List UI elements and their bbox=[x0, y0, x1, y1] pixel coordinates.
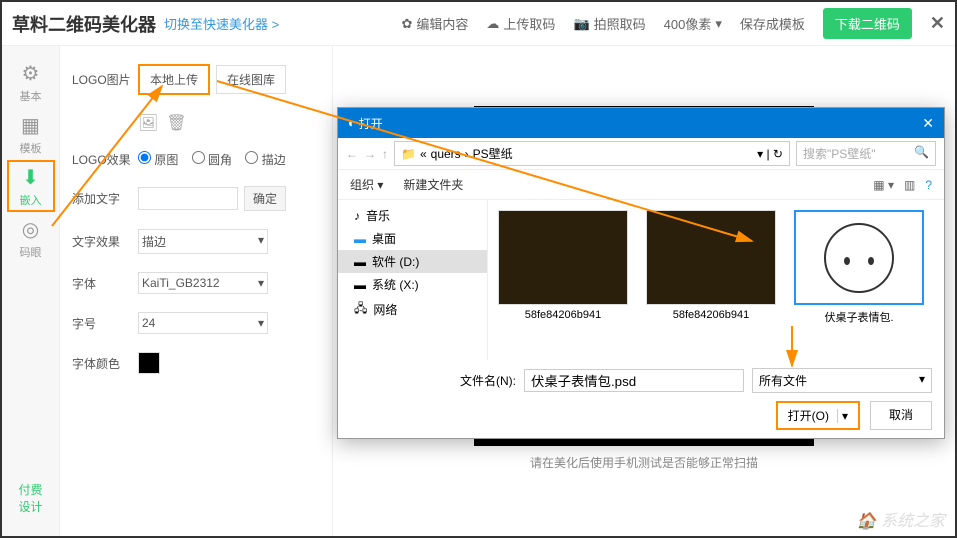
file-item[interactable]: 58fe84206b941 bbox=[646, 210, 776, 350]
font-size-select[interactable]: 24▾ bbox=[138, 312, 268, 334]
nav-forward-icon[interactable]: → bbox=[364, 147, 376, 161]
file-item-selected[interactable]: 伏桌子表情包. bbox=[794, 210, 924, 350]
logo-image-label: LOGO图片 bbox=[72, 71, 138, 88]
close-icon[interactable]: ✕ bbox=[930, 13, 945, 34]
radio-original[interactable]: 原图 bbox=[138, 153, 178, 167]
dialog-footer: 文件名(N): 所有文件▾ 打开(O)▾ 取消 bbox=[338, 360, 944, 438]
dialog-sidebar: ♪音乐 ▬桌面 ▬软件 (D:) ▬系统 (X:) 🖧网络 bbox=[338, 200, 488, 360]
side-network[interactable]: 🖧网络 bbox=[338, 296, 487, 323]
breadcrumb[interactable]: 📁 « quers › PS壁纸 ▾ | ↻ bbox=[394, 141, 790, 166]
view-icon[interactable]: ▦ ▾ bbox=[873, 178, 894, 192]
font-color-swatch[interactable] bbox=[138, 352, 160, 374]
side-drive-d[interactable]: ▬软件 (D:) bbox=[338, 250, 487, 273]
grid-icon: ▦ bbox=[21, 113, 40, 138]
file-list: 58fe84206b941 58fe84206b941 伏桌子表情包. bbox=[488, 200, 944, 360]
radio-stroke[interactable]: 描边 bbox=[245, 153, 285, 167]
image-placeholder-icon[interactable]: 🖼 bbox=[138, 113, 158, 133]
upload-decode-button[interactable]: ☁ 上传取码 bbox=[486, 14, 555, 33]
side-desktop[interactable]: ▬桌面 bbox=[338, 227, 487, 250]
chevron-down-icon: ▾ bbox=[258, 316, 264, 330]
gear-icon: ⚙ bbox=[22, 61, 40, 86]
local-upload-tab[interactable]: 本地上传 bbox=[138, 64, 210, 95]
sidebar-item-template[interactable]: ▦模板 bbox=[7, 108, 55, 160]
delete-icon[interactable]: 🗑 bbox=[166, 113, 186, 133]
preview-pane-icon[interactable]: ▥ bbox=[904, 178, 915, 192]
nav-back-icon[interactable]: ← bbox=[346, 147, 358, 161]
dialog-close-icon[interactable]: ✕ bbox=[922, 115, 934, 132]
target-icon: ◎ bbox=[22, 217, 39, 242]
edit-content-button[interactable]: ✿ 编辑内容 bbox=[402, 14, 469, 33]
filename-label: 文件名(N): bbox=[460, 372, 516, 389]
sidebar: ⚙基本 ▦模板 ⬇嵌入 ◎码眼 付费设计 bbox=[2, 46, 60, 536]
font-select[interactable]: KaiTi_GB2312▾ bbox=[138, 272, 268, 294]
settings-panel: LOGO图片 本地上传 在线图库 🖼 🗑 LOGO效果 原图 圆角 描边 添加文… bbox=[60, 46, 332, 410]
open-button[interactable]: 打开(O)▾ bbox=[776, 401, 860, 430]
add-text-label: 添加文字 bbox=[72, 190, 138, 207]
side-music[interactable]: ♪音乐 bbox=[338, 204, 487, 227]
chevron-down-icon: ▾ bbox=[258, 233, 264, 250]
dialog-titlebar[interactable]: ◐ 打开 ✕ bbox=[338, 108, 944, 138]
download-button[interactable]: 下载二维码 bbox=[823, 8, 912, 39]
preview-hint: 请在美化后使用手机测试是否能够正常扫描 bbox=[530, 454, 758, 471]
organize-button[interactable]: 组织 ▾ bbox=[350, 176, 383, 193]
logo-effect-label: LOGO效果 bbox=[72, 151, 138, 168]
sidebar-paid-design[interactable]: 付费设计 bbox=[18, 482, 42, 516]
sidebar-item-eye[interactable]: ◎码眼 bbox=[7, 212, 55, 264]
watermark: 🏠 系统之家 bbox=[857, 507, 945, 531]
text-effect-label: 文字效果 bbox=[72, 233, 138, 250]
dialog-nav: ← → ↑ 📁 « quers › PS壁纸 ▾ | ↻ 搜索"PS壁纸" 🔍 bbox=[338, 138, 944, 170]
add-text-input[interactable] bbox=[138, 187, 238, 210]
save-template-button[interactable]: 保存成模板 bbox=[740, 14, 805, 33]
confirm-button[interactable]: 确定 bbox=[244, 186, 286, 211]
filename-input[interactable] bbox=[524, 369, 744, 392]
size-select[interactable]: 400像素 ▾ bbox=[664, 14, 722, 33]
app-title: 草料二维码美化器 bbox=[12, 11, 156, 37]
text-effect-select[interactable]: 描边▾ bbox=[138, 229, 268, 254]
desktop-icon: ▬ bbox=[354, 232, 366, 246]
chevron-down-icon: ▾ bbox=[919, 372, 925, 389]
new-folder-button[interactable]: 新建文件夹 bbox=[403, 176, 463, 193]
drive-icon: ▬ bbox=[354, 255, 366, 269]
switch-mode-link[interactable]: 切换至快速美化器 > bbox=[164, 14, 279, 33]
window-icon: ◐ bbox=[348, 116, 355, 130]
open-dropdown-icon[interactable]: ▾ bbox=[837, 409, 848, 423]
file-open-dialog: ◐ 打开 ✕ ← → ↑ 📁 « quers › PS壁纸 ▾ | ↻ 搜索"P… bbox=[337, 107, 945, 439]
sidebar-item-basic[interactable]: ⚙基本 bbox=[7, 56, 55, 108]
help-icon[interactable]: ? bbox=[925, 178, 932, 192]
sidebar-item-embed[interactable]: ⬇嵌入 bbox=[7, 160, 55, 212]
online-library-tab[interactable]: 在线图库 bbox=[216, 65, 286, 94]
folder-icon: 📁 bbox=[401, 147, 416, 161]
dialog-toolbar: 组织 ▾ 新建文件夹 ▦ ▾ ▥ ? bbox=[338, 170, 944, 200]
search-icon: 🔍 bbox=[914, 145, 929, 159]
download-circle-icon: ⬇ bbox=[22, 165, 39, 190]
font-size-label: 字号 bbox=[72, 315, 138, 332]
logo-effect-radios: 原图 圆角 描边 bbox=[138, 151, 296, 168]
nav-up-icon[interactable]: ↑ bbox=[382, 147, 388, 161]
network-icon: 🖧 bbox=[354, 299, 367, 320]
top-tools: ✿ 编辑内容 ☁ 上传取码 📷 拍照取码 400像素 ▾ 保存成模板 下载二维码… bbox=[402, 8, 946, 39]
music-icon: ♪ bbox=[354, 209, 360, 223]
file-item[interactable]: 58fe84206b941 bbox=[498, 210, 628, 350]
search-input[interactable]: 搜索"PS壁纸" 🔍 bbox=[796, 141, 936, 166]
drive-icon: ▬ bbox=[354, 278, 366, 292]
side-drive-x[interactable]: ▬系统 (X:) bbox=[338, 273, 487, 296]
top-bar: 草料二维码美化器 切换至快速美化器 > ✿ 编辑内容 ☁ 上传取码 📷 拍照取码… bbox=[2, 2, 955, 46]
font-color-label: 字体颜色 bbox=[72, 355, 138, 372]
filetype-select[interactable]: 所有文件▾ bbox=[752, 368, 932, 393]
font-label: 字体 bbox=[72, 275, 138, 292]
photo-decode-button[interactable]: 📷 拍照取码 bbox=[573, 14, 645, 33]
chevron-down-icon: ▾ bbox=[258, 276, 264, 290]
cancel-button[interactable]: 取消 bbox=[870, 401, 932, 430]
radio-rounded[interactable]: 圆角 bbox=[192, 153, 232, 167]
